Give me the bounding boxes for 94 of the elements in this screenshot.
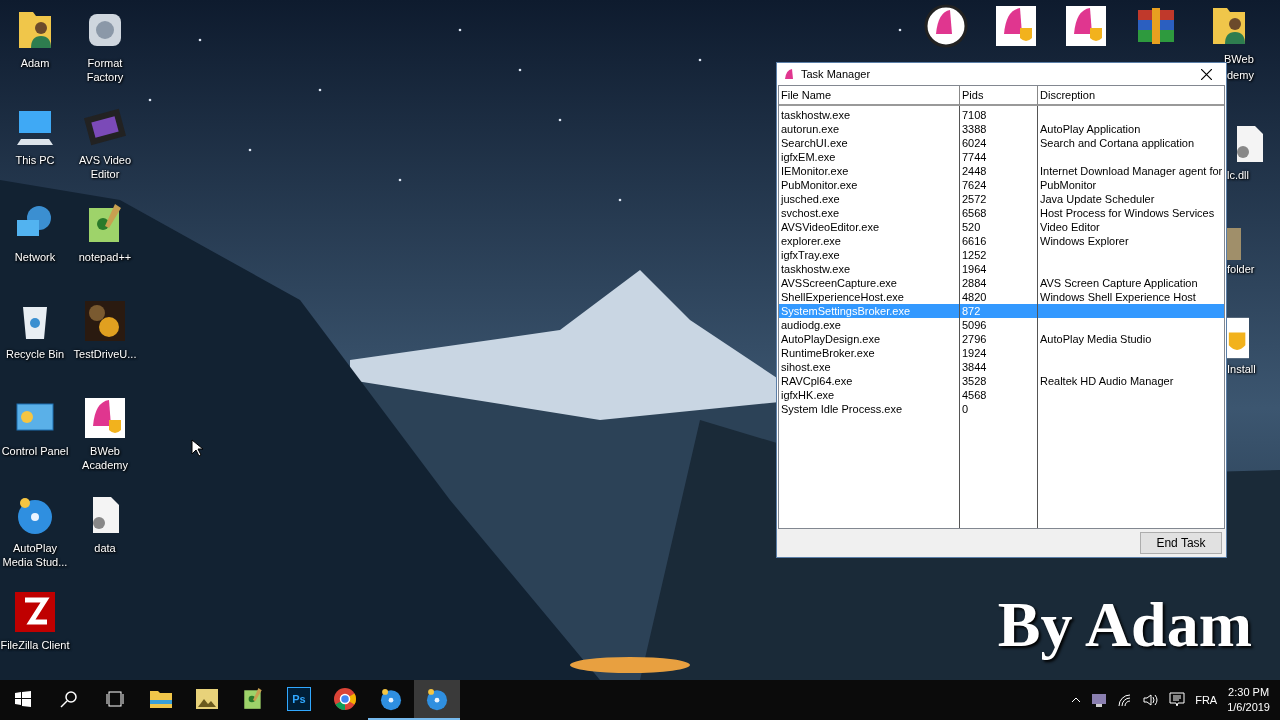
- table-cell[interactable]: Windows Explorer: [1038, 234, 1224, 248]
- table-cell[interactable]: 6024: [960, 136, 1037, 150]
- app-icon: [924, 4, 968, 48]
- table-cell[interactable]: 5096: [960, 318, 1037, 332]
- overlay-caption: By Adam: [997, 588, 1252, 662]
- notepad-icon: [241, 687, 265, 711]
- table-cell[interactable]: 7744: [960, 150, 1037, 164]
- chrome-icon: [334, 688, 356, 710]
- folder-icon: [150, 690, 172, 708]
- table-cell[interactable]: 4568: [960, 388, 1037, 402]
- table-cell[interactable]: taskhostw.exe: [779, 262, 959, 276]
- table-cell[interactable]: PubMonitor.exe: [779, 178, 959, 192]
- table-cell[interactable]: igfxEM.exe: [779, 150, 959, 164]
- table-cell[interactable]: AutoPlayDesign.exe: [779, 332, 959, 346]
- table-cell[interactable]: 6616: [960, 234, 1037, 248]
- language-indicator[interactable]: FRA: [1195, 694, 1218, 706]
- table-cell[interactable]: 2796: [960, 332, 1037, 346]
- shortcut-label[interactable]: Install: [1227, 362, 1256, 376]
- speaker-icon: [1143, 693, 1160, 707]
- end-task-button[interactable]: End Task: [1140, 532, 1222, 554]
- task-view-icon: [106, 691, 124, 707]
- table-cell[interactable]: 3388: [960, 122, 1037, 136]
- shortcut-label[interactable]: FileZilla Client: [0, 638, 72, 652]
- notification-icon: [1169, 692, 1186, 708]
- close-icon: [1200, 68, 1212, 80]
- cursor-icon: [191, 439, 203, 457]
- table-cell[interactable]: 4820: [960, 290, 1037, 304]
- table-cell[interactable]: System Idle Process.exe: [779, 402, 959, 416]
- table-cell[interactable]: RuntimeBroker.exe: [779, 346, 959, 360]
- table-cell[interactable]: Internet Download Manager agent for: [1038, 164, 1224, 178]
- table-cell[interactable]: explorer.exe: [779, 234, 959, 248]
- table-cell[interactable]: Java Update Scheduler: [1038, 192, 1224, 206]
- table-cell[interactable]: AVSVideoEditor.exe: [779, 220, 959, 234]
- table-cell[interactable]: svchost.exe: [779, 206, 959, 220]
- table-cell[interactable]: AVSScreenCapture.exe: [779, 276, 959, 290]
- app-icon: [994, 4, 1038, 48]
- table-cell[interactable]: ShellExperienceHost.exe: [779, 290, 959, 304]
- table-cell[interactable]: 7108: [960, 108, 1037, 122]
- clock-time[interactable]: 2:30 PM: [1228, 685, 1270, 700]
- table-cell[interactable]: autorun.exe: [779, 122, 959, 136]
- table-cell[interactable]: sihost.exe: [779, 360, 959, 374]
- table-cell[interactable]: Video Editor: [1038, 220, 1224, 234]
- table-cell[interactable]: 2884: [960, 276, 1037, 290]
- search-icon: [60, 690, 78, 708]
- table-cell[interactable]: audiodg.exe: [779, 318, 959, 332]
- table-cell[interactable]: 3844: [960, 360, 1037, 374]
- table-cell[interactable]: 7624: [960, 178, 1037, 192]
- clock-date[interactable]: 1/6/2019: [1227, 700, 1270, 715]
- table-cell[interactable]: 3528: [960, 374, 1037, 388]
- window-title: Task Manager: [801, 68, 872, 80]
- shortcut-label[interactable]: BWeb: [1224, 52, 1254, 66]
- app-icon: [83, 396, 127, 440]
- table-cell[interactable]: IEMonitor.exe: [779, 164, 959, 178]
- table-cell[interactable]: AutoPlay Media Studio: [1038, 332, 1224, 346]
- table-cell[interactable]: 1964: [960, 262, 1037, 276]
- disc-icon: [378, 686, 404, 712]
- photoshop-icon: Ps: [287, 687, 311, 711]
- table-cell[interactable]: taskhostw.exe: [779, 108, 959, 122]
- app-icon: [783, 68, 795, 80]
- table-cell[interactable]: AVS Screen Capture Application: [1038, 276, 1224, 290]
- image-icon: [196, 689, 218, 709]
- table-cell[interactable]: igfxHK.exe: [779, 388, 959, 402]
- table-cell[interactable]: igfxTray.exe: [779, 248, 959, 262]
- table-cell[interactable]: RAVCpl64.exe: [779, 374, 959, 388]
- table-cell[interactable]: Windows Shell Experience Host: [1038, 290, 1224, 304]
- table-cell[interactable]: 2448: [960, 164, 1037, 178]
- column-header[interactable]: File Name: [779, 86, 960, 106]
- flower-icon: [83, 299, 127, 343]
- shortcut-label[interactable]: demy: [1227, 68, 1254, 82]
- caret-icon: [1071, 697, 1082, 703]
- column-header[interactable]: Pids: [960, 86, 1038, 106]
- table-cell[interactable]: 2572: [960, 192, 1037, 206]
- table-cell[interactable]: PubMonitor: [1038, 178, 1224, 192]
- app-icon: [1064, 4, 1108, 48]
- monitor-icon: [1091, 693, 1108, 707]
- table-cell[interactable]: Search and Cortana application: [1038, 136, 1224, 150]
- shortcut-label[interactable]: folder: [1227, 262, 1255, 276]
- taskbar-button[interactable]: Ps: [276, 680, 322, 720]
- shortcut-label[interactable]: lc.dll: [1227, 168, 1249, 182]
- app-icon: [13, 590, 57, 634]
- disc-icon: [424, 686, 450, 712]
- column-header[interactable]: Discreption: [1038, 86, 1224, 106]
- table-cell[interactable]: SearchUI.exe: [779, 136, 959, 150]
- windows-logo-icon: [15, 691, 31, 707]
- table-cell[interactable]: 6568: [960, 206, 1037, 220]
- table-cell[interactable]: 0: [960, 402, 1037, 416]
- folder-icon: [1227, 228, 1241, 260]
- table-cell[interactable]: 1924: [960, 346, 1037, 360]
- table-cell[interactable]: AutoPlay Application: [1038, 122, 1224, 136]
- table-cell[interactable]: 1252: [960, 248, 1037, 262]
- table-cell[interactable]: 520: [960, 220, 1037, 234]
- table-cell[interactable]: Host Process for Windows Services: [1038, 206, 1224, 220]
- table-cell[interactable]: Realtek HD Audio Manager: [1038, 374, 1224, 388]
- table-cell[interactable]: jusched.exe: [779, 192, 959, 206]
